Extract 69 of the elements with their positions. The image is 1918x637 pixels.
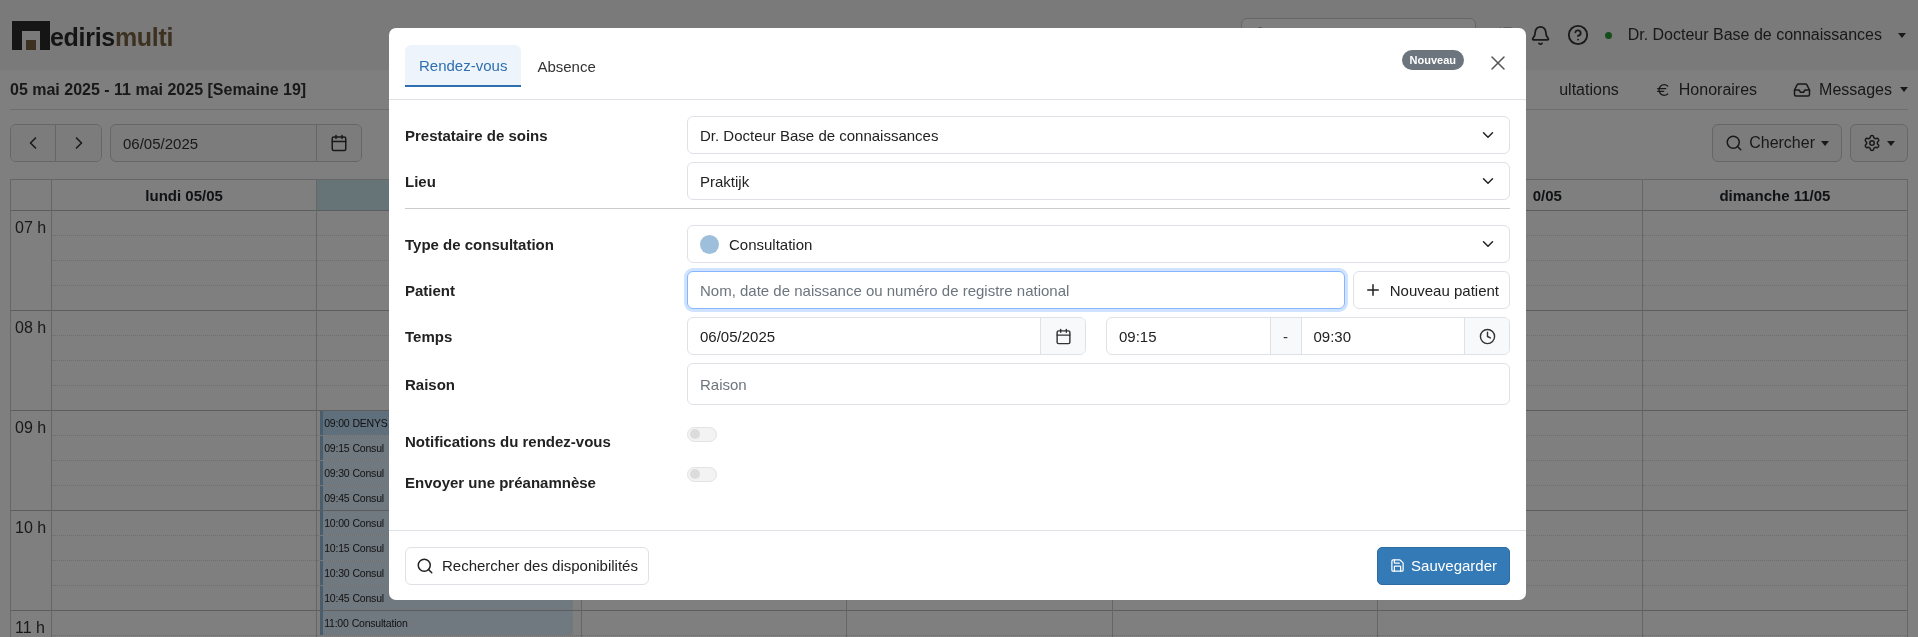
event-time: 10:15 <box>324 542 350 554</box>
event-time: 10:30 <box>324 567 350 579</box>
field-label: Envoyer une préanamnèse <box>405 473 597 491</box>
search-icon <box>416 556 434 575</box>
event-title: Consul <box>352 467 384 479</box>
consultation-type-select[interactable]: Consultation <box>687 225 1510 263</box>
nav-link[interactable]: Messages <box>1793 80 1908 99</box>
event-time: 09:45 <box>324 492 350 504</box>
search-button[interactable]: Chercher <box>1712 124 1842 162</box>
field-label: Lieu <box>405 172 437 190</box>
field-label: Prestataire de soins <box>405 126 549 144</box>
event-title: Consul <box>352 592 384 604</box>
dialog-tab[interactable]: Absence <box>523 45 610 87</box>
hour-label: 08 h <box>11 310 51 410</box>
day-label: 0/05 <box>1532 186 1562 204</box>
provider-select[interactable]: Dr. Docteur Base de connaissances <box>687 116 1510 154</box>
dialog-tab[interactable]: Rendez-vous <box>405 45 522 87</box>
event-title: Consul <box>352 542 384 554</box>
search-icon <box>1725 134 1744 152</box>
hour-label: 10 h <box>11 510 51 610</box>
week-title: 05 mai 2025 - 11 mai 2025 [Semaine 19] <box>10 80 307 99</box>
caret-icon <box>1821 140 1829 146</box>
new-patient-button[interactable]: Nouveau patient <box>1352 271 1510 309</box>
event-title: DENYS <box>352 417 388 429</box>
hour-label: 11 h <box>11 610 51 637</box>
save-icon <box>1390 558 1406 573</box>
event-title: Consul <box>352 442 384 454</box>
inbox-icon <box>1793 80 1812 99</box>
logo-mark-icon <box>12 20 50 50</box>
nav-link[interactable]: Honoraires <box>1654 80 1758 99</box>
location-select[interactable]: Praktijk <box>687 162 1510 200</box>
settings-button[interactable] <box>1850 124 1908 162</box>
event-title: Consul <box>352 517 384 529</box>
calendar-event[interactable]: 11:00 Consultation <box>320 611 574 635</box>
logo-wordmark: edirismulti <box>50 24 174 50</box>
caret-icon <box>1898 32 1906 38</box>
nav-link[interactable]: ultations <box>1559 80 1619 99</box>
availability-button[interactable]: Rechercher des disponibilités <box>405 546 649 585</box>
field-label: Notifications du rendez-vous <box>405 432 612 450</box>
event-time: 10:45 <box>324 592 350 604</box>
event-time: 09:00 <box>324 417 350 429</box>
reason-field[interactable]: Raison <box>687 363 1510 405</box>
event-time: 09:15 <box>324 442 350 454</box>
event-title: Consultation <box>351 617 408 629</box>
field-label: Raison <box>405 375 456 393</box>
help-icon[interactable] <box>1566 24 1589 46</box>
toggle-switch[interactable] <box>687 426 717 442</box>
event-time: 11:00 <box>324 617 349 629</box>
day-label: lundi 05/05 <box>145 186 223 204</box>
user-menu[interactable]: Dr. Docteur Base de connaissances <box>1627 26 1882 44</box>
hour-label: 09 h <box>11 410 51 510</box>
event-time: 09:30 <box>324 467 350 479</box>
status-badge: Nouveau <box>1401 50 1464 70</box>
event-title: Consul <box>352 567 384 579</box>
bell-icon[interactable] <box>1529 24 1551 46</box>
gear-icon <box>1863 134 1881 152</box>
patient-search-field[interactable]: Nom, date de naissance ou numéro de registre national <box>687 271 1345 309</box>
toggle-switch[interactable] <box>687 466 717 482</box>
field-label: Patient <box>405 281 456 299</box>
euro-icon <box>1654 81 1671 98</box>
event-time: 10:00 <box>324 517 350 529</box>
hour-label: 07 h <box>11 210 51 310</box>
field-label: Temps <box>405 327 454 345</box>
field-label: Type de consultation <box>405 235 555 253</box>
caret-icon <box>1900 87 1908 92</box>
caret-icon <box>1887 140 1895 146</box>
event-title: Consul <box>352 492 384 504</box>
save-button[interactable]: Sauvegarder <box>1377 546 1510 585</box>
day-label: dimanche 11/05 <box>1719 186 1831 204</box>
